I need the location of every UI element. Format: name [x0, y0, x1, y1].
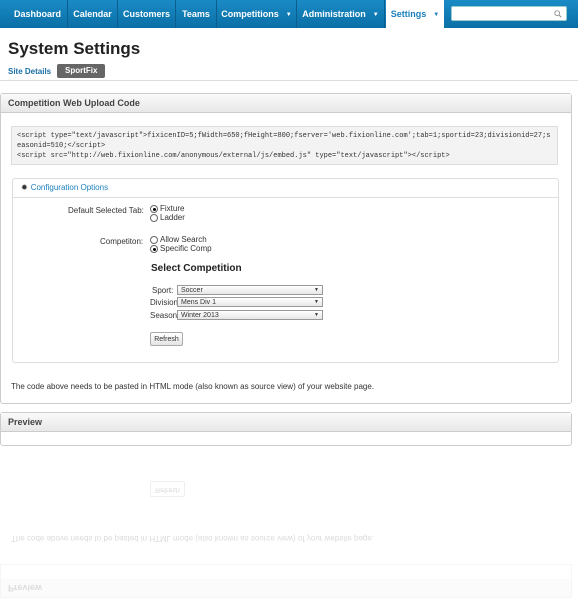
- nav-dashboard-label: Dashboard: [13, 9, 61, 19]
- chevron-down-icon: ▼: [314, 287, 319, 293]
- radio-allow-search-label: Allow Search: [160, 235, 207, 244]
- tab-site-details[interactable]: Site Details: [8, 67, 51, 76]
- nav-competitions[interactable]: Competitions ▼: [217, 0, 297, 28]
- chevron-down-icon: ▼: [314, 312, 319, 318]
- sport-label: Sport:: [152, 286, 174, 295]
- division-select[interactable]: Mens Div 1 ▼: [177, 297, 323, 307]
- nav-administration-label: Administration: [302, 9, 366, 19]
- competition-label: Competiton:: [100, 237, 144, 246]
- nav-settings[interactable]: Settings ▼: [386, 0, 444, 28]
- nav-settings-label: Settings: [390, 9, 427, 19]
- nav-calendar-label: Calendar: [73, 9, 112, 19]
- nav-customers-label: Customers: [122, 9, 170, 19]
- nav-calendar[interactable]: Calendar: [68, 0, 118, 28]
- panel-title: Competition Web Upload Code: [1, 94, 571, 113]
- radio-specific-comp-label: Specific Comp: [160, 244, 212, 253]
- preview-title: Preview: [1, 413, 571, 432]
- reflection-instructions: The code above needs to be pasted in HTM…: [11, 534, 375, 543]
- nav-teams[interactable]: Teams: [176, 0, 217, 28]
- sport-select-value: Soccer: [181, 287, 203, 294]
- reflection-preview-title: Preview: [1, 579, 571, 597]
- divider: [0, 80, 578, 81]
- configuration-options-toggle[interactable]: ✹ Configuration Options: [13, 179, 558, 198]
- radio-fixture[interactable]: [150, 205, 158, 213]
- season-select[interactable]: Winter 2013 ▼: [177, 310, 323, 320]
- tab-sportfix[interactable]: SportFix: [57, 64, 106, 78]
- season-label: Season:: [150, 311, 180, 320]
- embed-code-box[interactable]: <script type="text/javascript">fixicenID…: [11, 126, 558, 165]
- gear-icon: ✹: [21, 183, 28, 192]
- nav-administration[interactable]: Administration ▼: [297, 0, 385, 28]
- nav-dashboard[interactable]: Dashboard: [8, 0, 68, 28]
- division-label: Division:: [150, 298, 181, 307]
- radio-specific-comp[interactable]: [150, 245, 158, 253]
- page-title: System Settings: [8, 39, 141, 58]
- preview-panel: Preview: [0, 412, 572, 446]
- select-competition-heading: Select Competition: [151, 263, 242, 274]
- paste-instructions: The code above needs to be pasted in HTM…: [11, 382, 375, 391]
- chevron-down-icon: ▼: [433, 12, 440, 18]
- search-icon[interactable]: [554, 10, 562, 18]
- reflection-refresh-button: Refresh: [150, 481, 185, 497]
- search-box: [451, 6, 567, 21]
- embed-code-text: <script type="text/javascript">fixicenID…: [17, 132, 551, 160]
- radio-allow-search[interactable]: [150, 236, 158, 244]
- page-reflection: Preview The code above needs to be paste…: [0, 446, 578, 598]
- chevron-down-icon: ▼: [372, 12, 379, 18]
- division-select-value: Mens Div 1: [181, 299, 217, 306]
- radio-fixture-label: Fixture: [160, 204, 185, 213]
- sport-select[interactable]: Soccer ▼: [177, 285, 323, 295]
- refresh-button[interactable]: Refresh: [150, 332, 183, 346]
- top-navigation-bar: Dashboard Calendar Customers Teams Compe…: [0, 0, 578, 28]
- nav-customers[interactable]: Customers: [118, 0, 176, 28]
- radio-ladder[interactable]: [150, 214, 158, 222]
- nav-competitions-label: Competitions: [221, 9, 279, 19]
- chevron-down-icon: ▼: [314, 299, 319, 305]
- default-tab-label: Default Selected Tab:: [68, 206, 144, 215]
- nav-teams-label: Teams: [182, 9, 210, 19]
- chevron-down-icon: ▼: [285, 12, 292, 18]
- season-select-value: Winter 2013: [181, 312, 219, 319]
- search-input[interactable]: [452, 7, 556, 20]
- configuration-options-title: Configuration Options: [30, 183, 109, 192]
- radio-ladder-label: Ladder: [160, 213, 185, 222]
